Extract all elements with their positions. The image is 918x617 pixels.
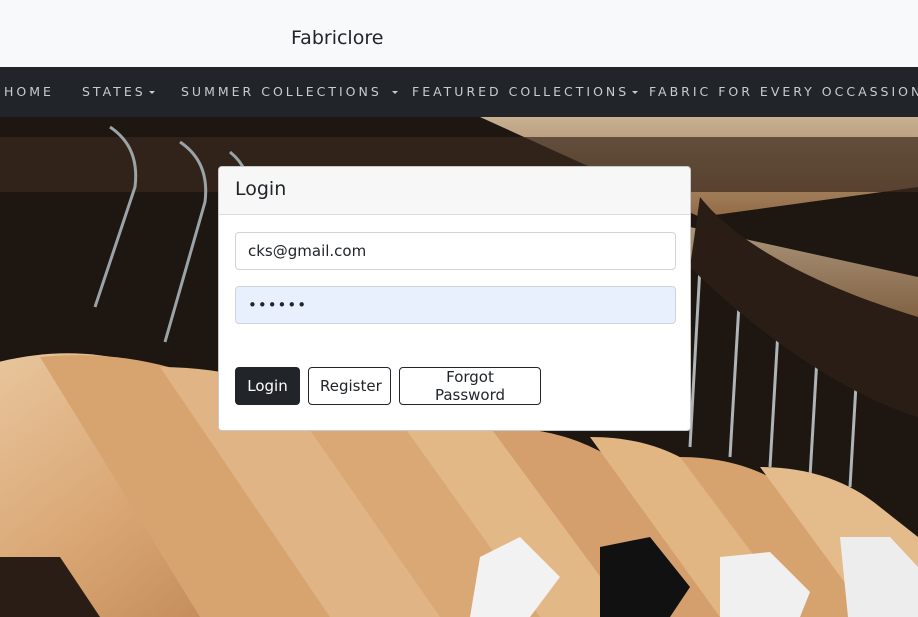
nav-item-label: SUMMER COLLECTIONS — [181, 84, 389, 99]
forgot-password-button[interactable]: Forgot Password — [399, 367, 541, 405]
nav-item-summer-collections[interactable]: SUMMER COLLECTIONS — [181, 67, 398, 117]
nav-item-label: HOME — [4, 84, 54, 99]
register-button[interactable]: Register — [308, 367, 391, 405]
nav-item-featured-collections[interactable]: FEATURED COLLECTIONS — [412, 67, 639, 117]
password-input[interactable] — [235, 286, 676, 324]
caret-down-icon — [148, 91, 155, 94]
nav-item-fabric-occasion[interactable]: FABRIC FOR EVERY OCCASSION — [649, 67, 918, 117]
top-header: Fabriclore — [0, 0, 918, 67]
nav-item-label: FABRIC FOR EVERY OCCASSION — [649, 84, 918, 99]
nav-item-home[interactable]: HOME — [4, 67, 54, 117]
login-card: Login Login Register Forgot Password — [218, 166, 691, 431]
nav-item-label: STATES — [82, 84, 146, 99]
login-button[interactable]: Login — [235, 367, 300, 405]
nav-item-label: FEATURED COLLECTIONS — [412, 84, 630, 99]
caret-down-icon — [632, 91, 639, 94]
brand-logo-text[interactable]: Fabriclore — [291, 27, 383, 49]
nav-item-states[interactable]: STATES — [82, 67, 155, 117]
caret-down-icon — [391, 91, 398, 94]
login-card-title: Login — [219, 167, 690, 215]
email-input[interactable] — [235, 232, 676, 270]
main-navbar: HOME STATES SUMMER COLLECTIONS FEATURED … — [0, 67, 918, 117]
